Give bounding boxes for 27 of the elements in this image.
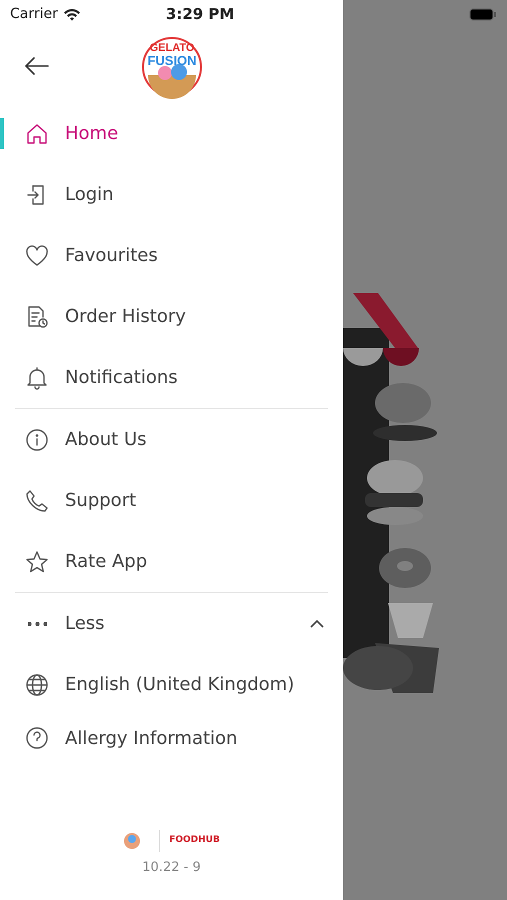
- version-text: 10.22 - 9: [142, 859, 201, 877]
- menu-item[interactable]: Login: [0, 164, 343, 225]
- menu-item[interactable]: Order History: [0, 286, 343, 347]
- globe-icon: [24, 672, 50, 698]
- battery-icon: [469, 8, 497, 20]
- heart-icon: [24, 242, 50, 268]
- menu-item[interactable]: Support: [0, 470, 343, 531]
- menu-item[interactable]: Allergy Information: [0, 715, 343, 755]
- menu-item[interactable]: English (United Kingdom): [0, 654, 343, 715]
- menu-item[interactable]: Rate App: [0, 531, 343, 592]
- menu-item[interactable]: Less: [0, 593, 343, 654]
- menu-item[interactable]: About Us: [0, 409, 343, 470]
- chevron-icon[interactable]: [309, 618, 325, 630]
- back-arrow-icon[interactable]: [24, 56, 50, 76]
- menu-item[interactable]: Home: [0, 103, 343, 164]
- help-icon: [24, 725, 50, 751]
- status-time: 3:29 PM: [166, 4, 234, 25]
- info-icon: [24, 426, 50, 452]
- phone-icon: [24, 488, 50, 514]
- wifi-icon: [62, 8, 81, 20]
- carrier-name: Carrier: [10, 4, 58, 24]
- menu-item[interactable]: Notifications: [0, 347, 343, 408]
- small-logo-icon: [123, 832, 142, 850]
- star-icon: [24, 548, 50, 574]
- brand-logo: FOODHUB: [169, 834, 220, 848]
- menu-item[interactable]: Favourites: [0, 225, 343, 286]
- more-icon: [28, 622, 46, 626]
